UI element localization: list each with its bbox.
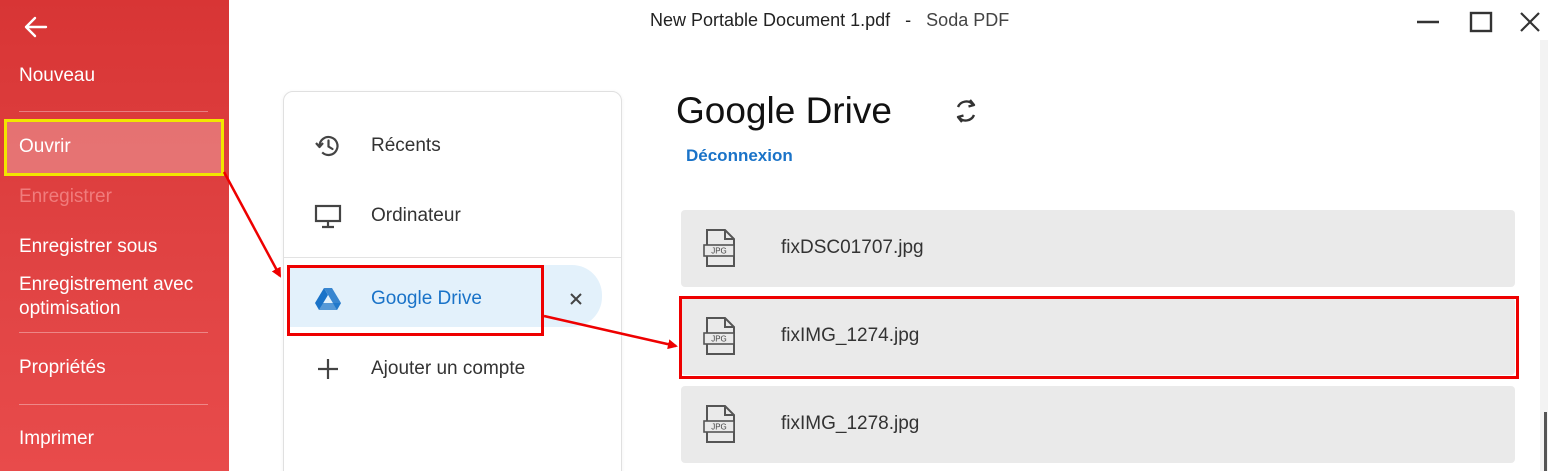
document-title: New Portable Document 1.pdf xyxy=(650,10,891,30)
sidebar-item-enregistrer: Enregistrer xyxy=(19,186,112,207)
jpg-file-icon: JPG xyxy=(703,405,735,443)
scrollbar-thumb[interactable] xyxy=(1544,412,1547,471)
highlight-box-google-drive xyxy=(287,265,544,336)
sidebar-divider xyxy=(19,111,208,112)
refresh-icon[interactable] xyxy=(951,96,981,126)
app-name: Soda PDF xyxy=(926,10,1010,30)
location-item-add-account[interactable]: Ajouter un compte xyxy=(284,341,621,397)
page-title: Google Drive xyxy=(676,90,892,131)
close-window-icon[interactable] xyxy=(1518,10,1542,34)
file-name: fixDSC01707.jpg xyxy=(781,237,924,258)
plus-icon xyxy=(318,359,338,379)
location-item-ordinateur[interactable]: Ordinateur xyxy=(284,188,621,244)
title-separator: - xyxy=(905,10,912,30)
highlight-box-file xyxy=(679,296,1519,379)
sidebar-item-proprietes[interactable]: Propriétés xyxy=(19,356,106,380)
location-divider xyxy=(284,257,621,258)
disconnect-link[interactable]: Déconnexion xyxy=(686,146,793,166)
minimize-icon[interactable] xyxy=(1416,10,1440,34)
back-arrow-icon[interactable] xyxy=(20,14,50,40)
title-bar: New Portable Document 1.pdf - Soda PDF xyxy=(229,0,1548,44)
maximize-icon[interactable] xyxy=(1469,10,1493,34)
location-item-recents[interactable]: Récents xyxy=(284,118,621,174)
file-name: fixIMG_1278.jpg xyxy=(781,413,920,434)
file-type-label: JPG xyxy=(711,423,727,432)
location-label: Ajouter un compte xyxy=(371,358,526,379)
history-icon xyxy=(315,135,339,157)
sidebar-item-enregistrement-optimisation[interactable]: Enregistrement avec optimisation xyxy=(19,273,219,321)
annotation-arrow xyxy=(222,171,282,278)
sidebar-item-imprimer[interactable]: Imprimer xyxy=(19,427,94,451)
remove-account-icon[interactable] xyxy=(567,290,585,308)
sidebar-item-enregistrer-sous[interactable]: Enregistrer sous xyxy=(19,235,157,259)
file-type-label: JPG xyxy=(711,247,727,256)
location-label: Ordinateur xyxy=(371,205,461,226)
vertical-scrollbar[interactable] xyxy=(1540,40,1548,471)
file-row[interactable]: JPG fixDSC01707.jpg xyxy=(681,210,1515,287)
sidebar-divider xyxy=(19,332,208,333)
file-menu-sidebar: Nouveau Ouvrir Enregistrer Enregistrer s… xyxy=(0,0,229,471)
sidebar-item-nouveau[interactable]: Nouveau xyxy=(19,64,95,88)
monitor-icon xyxy=(314,204,342,229)
location-label: Récents xyxy=(371,135,441,156)
window-title: New Portable Document 1.pdf - Soda PDF xyxy=(650,10,1009,31)
file-row[interactable]: JPG fixIMG_1278.jpg xyxy=(681,386,1515,463)
sidebar-divider xyxy=(19,404,208,405)
jpg-file-icon: JPG xyxy=(703,229,735,267)
highlight-box-ouvrir xyxy=(4,119,224,176)
